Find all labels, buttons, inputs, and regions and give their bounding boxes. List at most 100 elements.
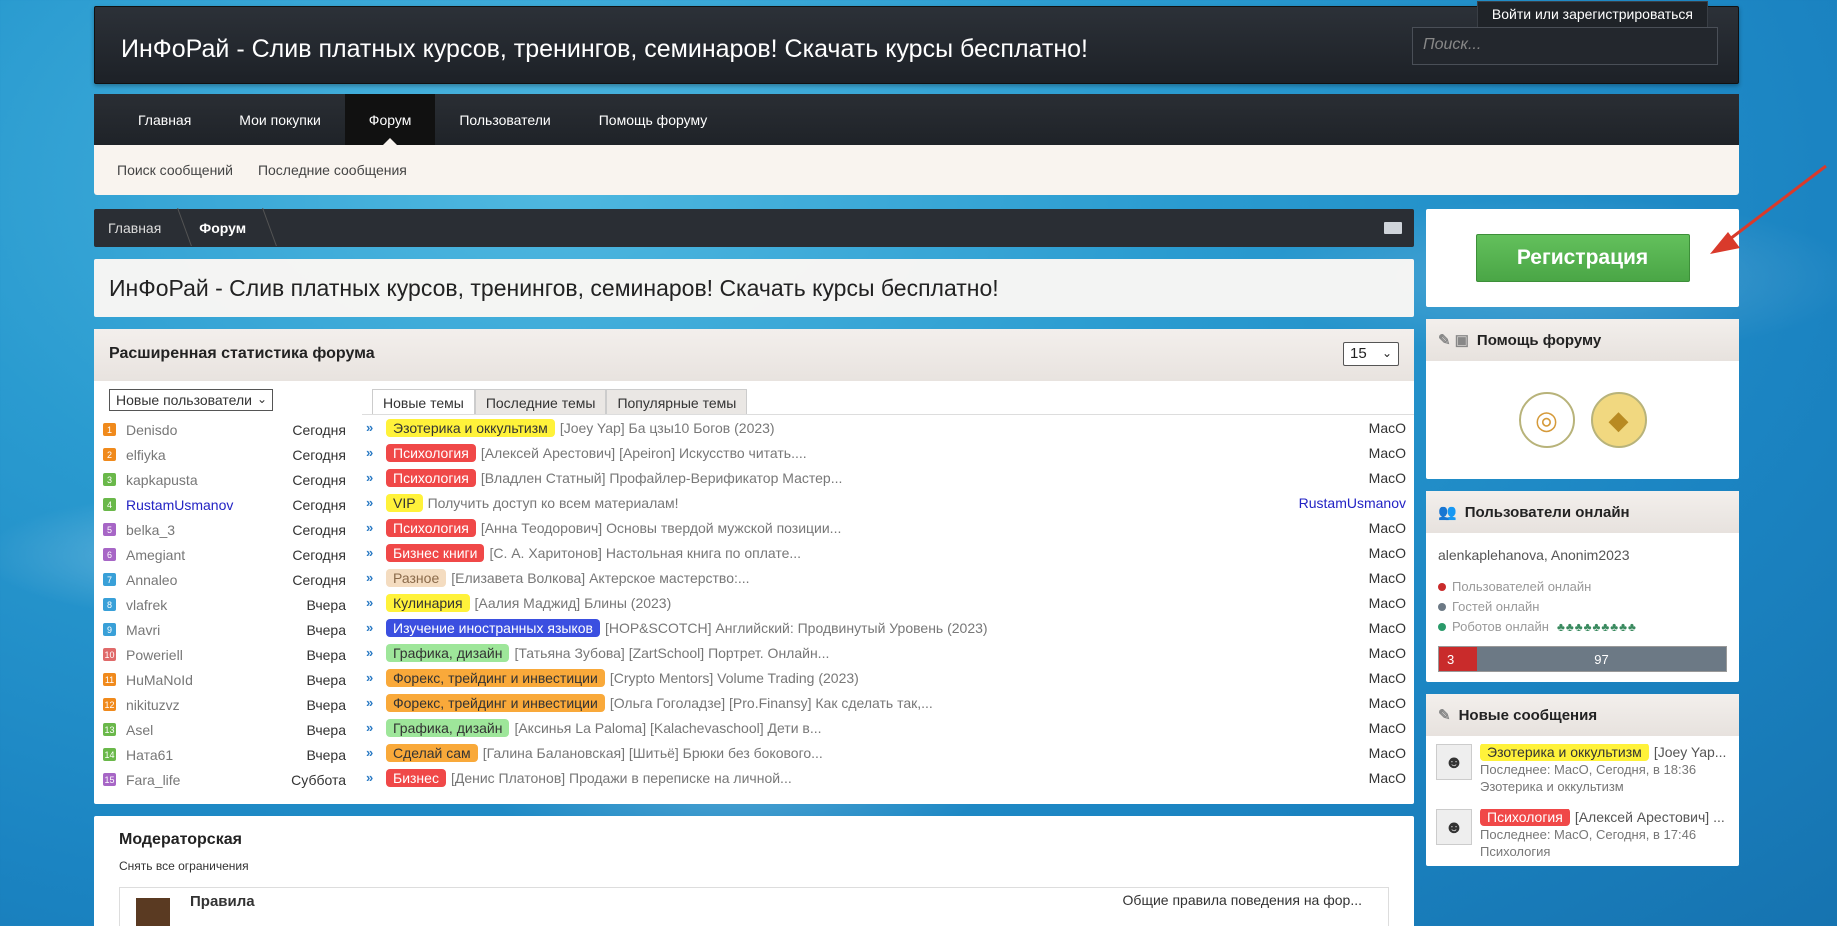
stats-count-select[interactable]: 15 ⌄ bbox=[1343, 342, 1399, 366]
register-button[interactable]: Регистрация bbox=[1475, 234, 1690, 282]
avatar[interactable]: ☻ bbox=[1436, 809, 1472, 845]
yoomoney-icon[interactable]: ◆ bbox=[1590, 392, 1647, 448]
topic-author[interactable]: MacO bbox=[1369, 620, 1406, 636]
topic-author[interactable]: MacO bbox=[1369, 695, 1406, 711]
topic-prefix-tag[interactable]: Разное bbox=[386, 568, 447, 587]
login-register-link[interactable]: Войти или зарегистрироваться bbox=[1476, 1, 1708, 29]
topic-author[interactable]: RustamUsmanov bbox=[1299, 495, 1406, 511]
nav-tab-purchases[interactable]: Мои покупки bbox=[215, 94, 345, 145]
subnav-latest-posts[interactable]: Последние сообщения bbox=[258, 162, 407, 178]
topic-author[interactable]: MacO bbox=[1369, 645, 1406, 661]
nav-tab-users[interactable]: Пользователи bbox=[435, 94, 574, 145]
topic-prefix-tag[interactable]: Графика, дизайн bbox=[386, 643, 510, 662]
user-name[interactable]: Asel bbox=[126, 722, 306, 738]
topic-title[interactable]: [Татьяна Зубова] [ZartSchool] Портрет. О… bbox=[514, 645, 1368, 661]
tab-popular-topics[interactable]: Популярные темы bbox=[606, 389, 748, 414]
user-name[interactable]: kapkapusta bbox=[126, 472, 292, 488]
topic-author[interactable]: MacO bbox=[1369, 520, 1406, 536]
topic-title[interactable]: [Joey Yap] Ба цзы10 Богов (2023) bbox=[560, 420, 1369, 436]
topic-title[interactable]: [С. А. Харитонов] Настольная книга по оп… bbox=[489, 545, 1368, 561]
post-title[interactable]: [Joey Yap... bbox=[1654, 744, 1727, 760]
post-prefix-tag[interactable]: Психология bbox=[1480, 809, 1570, 826]
user-filter-select[interactable]: Новые пользователи ⌄ bbox=[109, 389, 273, 411]
user-name[interactable]: Mavri bbox=[126, 622, 306, 638]
rules-row[interactable]: Правила Общие правила поведения на фор..… bbox=[119, 887, 1389, 926]
topic-title[interactable]: [Алексей Арестович] [Apeiron] Искусство … bbox=[481, 445, 1369, 461]
help-forum-body: ◎ ◆ bbox=[1426, 361, 1739, 479]
topic-title[interactable]: [Ольга Гоголадзе] [Pro.Finansy] Как сдел… bbox=[610, 695, 1369, 711]
topic-title[interactable]: [Crypto Mentors] Volume Trading (2023) bbox=[610, 670, 1369, 686]
user-name[interactable]: Ната61 bbox=[126, 747, 306, 763]
topic-title[interactable]: [Аксинья La Paloma] [Kalachevaschool] Де… bbox=[514, 720, 1368, 736]
user-name[interactable]: Denisdo bbox=[126, 422, 292, 438]
topic-prefix-tag[interactable]: Сделай сам bbox=[386, 743, 478, 762]
topic-prefix-tag[interactable]: Графика, дизайн bbox=[386, 718, 510, 737]
user-name[interactable]: Amegiant bbox=[126, 547, 292, 563]
nav-tab-forum[interactable]: Форум bbox=[344, 94, 436, 145]
topic-prefix-tag[interactable]: Кулинария bbox=[386, 593, 470, 612]
page-title: ИнФоРай - Слив платных курсов, тренингов… bbox=[94, 259, 1414, 317]
topic-title[interactable]: Получить доступ ко всем материалам! bbox=[428, 495, 1299, 511]
topic-title[interactable]: [Аалия Маджид] Блины (2023) bbox=[475, 595, 1369, 611]
topic-prefix-tag[interactable]: Изучение иностранных языков bbox=[386, 618, 600, 637]
qiwi-icon[interactable]: ◎ bbox=[1518, 392, 1575, 448]
rules-latest-thread[interactable]: Общие правила поведения на фор... bbox=[1123, 892, 1362, 908]
topic-title[interactable]: [Анна Теодорович] Основы твердой мужской… bbox=[481, 520, 1369, 536]
user-name[interactable]: belka_3 bbox=[126, 522, 292, 538]
topic-prefix-tag[interactable]: Эзотерика и оккультизм bbox=[386, 418, 555, 437]
topic-title[interactable]: [Елизавета Волкова] Актерское мастерство… bbox=[451, 570, 1368, 586]
topic-row: » Психология [Владлен Статный] Профайлер-В… bbox=[362, 465, 1414, 490]
nav-tab-home[interactable]: Главная bbox=[114, 94, 215, 145]
breadcrumb-home[interactable]: Главная bbox=[108, 220, 161, 236]
topic-author[interactable]: MacO bbox=[1369, 545, 1406, 561]
menu-icon[interactable] bbox=[1384, 222, 1402, 234]
topic-title[interactable]: [Денис Платонов] Продажи в переписке на … bbox=[451, 770, 1369, 786]
double-arrow-icon: » bbox=[366, 595, 374, 610]
topic-title[interactable]: [Владлен Статный] Профайлер-Верификатор … bbox=[481, 470, 1369, 486]
search-input[interactable]: Поиск... bbox=[1412, 27, 1718, 65]
topic-author[interactable]: MacO bbox=[1369, 570, 1406, 586]
rules-title[interactable]: Правила bbox=[190, 893, 255, 910]
online-names[interactable]: alenkaplehanova, Anonim2023 bbox=[1438, 547, 1727, 563]
post-title[interactable]: [Алексей Арестович] ... bbox=[1575, 809, 1725, 825]
topic-author[interactable]: MacO bbox=[1369, 595, 1406, 611]
user-row: 1 Denisdo Сегодня bbox=[94, 417, 356, 442]
user-name[interactable]: elfiyka bbox=[126, 447, 292, 463]
avatar[interactable]: ☻ bbox=[1436, 744, 1472, 780]
topic-author[interactable]: MacO bbox=[1369, 445, 1406, 461]
tab-new-topics[interactable]: Новые темы bbox=[372, 389, 475, 414]
post-prefix-tag[interactable]: Эзотерика и оккультизм bbox=[1480, 744, 1649, 761]
topic-prefix-tag[interactable]: Форекс, трейдинг и инвестиции bbox=[386, 668, 605, 687]
tab-latest-topics[interactable]: Последние темы bbox=[474, 389, 607, 414]
topic-prefix-tag[interactable]: Психология bbox=[386, 443, 476, 462]
topic-author[interactable]: MacO bbox=[1369, 745, 1406, 761]
topic-prefix-tag[interactable]: Психология bbox=[386, 518, 476, 537]
user-name[interactable]: Poweriell bbox=[126, 647, 306, 663]
topic-title[interactable]: [Галина Балановская] [Шитьё] Брюки без б… bbox=[483, 745, 1369, 761]
user-name[interactable]: Fara_life bbox=[126, 772, 291, 788]
topic-author[interactable]: MacO bbox=[1369, 770, 1406, 786]
topic-prefix-tag[interactable]: Бизнес книги bbox=[386, 543, 485, 562]
topic-title[interactable]: [HOP&SCOTCH] Английский: Продвинутый Уро… bbox=[605, 620, 1369, 636]
breadcrumb-forum[interactable]: Форум bbox=[199, 220, 246, 236]
post-forum[interactable]: Психология bbox=[1480, 843, 1725, 860]
subnav-search-posts[interactable]: Поиск сообщений bbox=[117, 162, 233, 178]
user-name[interactable]: HuMaNoId bbox=[126, 672, 306, 688]
online-bar-guests: 97 bbox=[1477, 647, 1726, 671]
topic-author[interactable]: MacO bbox=[1369, 670, 1406, 686]
user-name[interactable]: nikituzvz bbox=[126, 697, 306, 713]
post-forum[interactable]: Эзотерика и оккультизм bbox=[1480, 778, 1726, 795]
topic-author[interactable]: MacO bbox=[1369, 470, 1406, 486]
user-name[interactable]: RustamUsmanov bbox=[126, 497, 292, 513]
topic-prefix-tag[interactable]: Бизнес bbox=[386, 768, 446, 787]
topic-author[interactable]: MacO bbox=[1369, 420, 1406, 436]
remove-restrictions-link[interactable]: Снять все ограничения bbox=[119, 859, 1389, 873]
topic-prefix-tag[interactable]: Психология bbox=[386, 468, 476, 487]
nav-tab-help[interactable]: Помощь форуму bbox=[575, 94, 732, 145]
site-title[interactable]: ИнФоРай - Слив платных курсов, тренингов… bbox=[121, 35, 1088, 64]
topic-author[interactable]: MacO bbox=[1369, 720, 1406, 736]
user-name[interactable]: Annaleo bbox=[126, 572, 292, 588]
topic-prefix-tag[interactable]: Форекс, трейдинг и инвестиции bbox=[386, 693, 605, 712]
topic-prefix-tag[interactable]: VIP bbox=[386, 493, 423, 512]
user-name[interactable]: vlafrek bbox=[126, 597, 306, 613]
